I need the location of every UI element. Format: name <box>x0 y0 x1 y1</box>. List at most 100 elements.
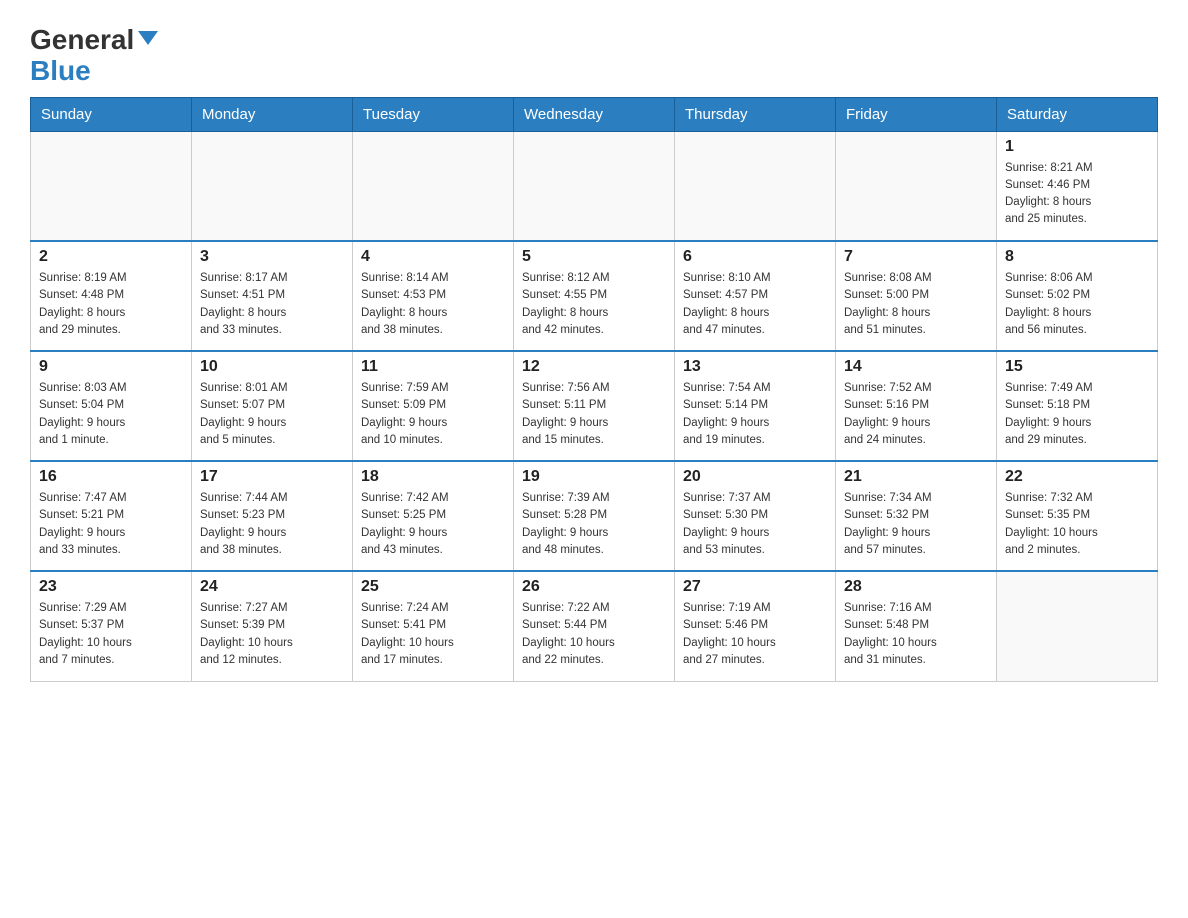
calendar-cell: 2 Sunrise: 8:19 AM Sunset: 4:48 PM Daylig… <box>31 241 192 351</box>
day-info: Sunrise: 7:19 AM Sunset: 5:46 PM Dayligh… <box>683 600 827 669</box>
calendar-cell: 20 Sunrise: 7:37 AM Sunset: 5:30 PM Dayli… <box>675 461 836 571</box>
day-info: Sunrise: 7:27 AM Sunset: 5:39 PM Dayligh… <box>200 600 344 669</box>
day-info: Sunrise: 8:12 AM Sunset: 4:55 PM Dayligh… <box>522 270 666 339</box>
logo: GeneralBlue <box>30 20 158 87</box>
calendar-cell: 11 Sunrise: 7:59 AM Sunset: 5:09 PM Dayli… <box>353 351 514 461</box>
day-number: 1 <box>1005 138 1149 156</box>
day-info: Sunrise: 8:14 AM Sunset: 4:53 PM Dayligh… <box>361 270 505 339</box>
day-info: Sunrise: 7:44 AM Sunset: 5:23 PM Dayligh… <box>200 490 344 559</box>
day-number: 9 <box>39 358 183 376</box>
calendar-cell: 10 Sunrise: 8:01 AM Sunset: 5:07 PM Dayli… <box>192 351 353 461</box>
day-info: Sunrise: 7:52 AM Sunset: 5:16 PM Dayligh… <box>844 380 988 449</box>
day-info: Sunrise: 7:24 AM Sunset: 5:41 PM Dayligh… <box>361 600 505 669</box>
day-number: 25 <box>361 578 505 596</box>
day-info: Sunrise: 8:08 AM Sunset: 5:00 PM Dayligh… <box>844 270 988 339</box>
week-row-2: 2 Sunrise: 8:19 AM Sunset: 4:48 PM Daylig… <box>31 241 1158 351</box>
weekday-header-thursday: Thursday <box>675 97 836 131</box>
day-info: Sunrise: 7:34 AM Sunset: 5:32 PM Dayligh… <box>844 490 988 559</box>
calendar-cell: 26 Sunrise: 7:22 AM Sunset: 5:44 PM Dayli… <box>514 571 675 681</box>
week-row-4: 16Sunrise: 7:47 AM Sunset: 5:21 PM Dayli… <box>31 461 1158 571</box>
weekday-header-friday: Friday <box>836 97 997 131</box>
calendar-cell: 15 Sunrise: 7:49 AM Sunset: 5:18 PM Dayli… <box>997 351 1158 461</box>
calendar-cell: 17 Sunrise: 7:44 AM Sunset: 5:23 PM Dayli… <box>192 461 353 571</box>
calendar-cell: 5 Sunrise: 8:12 AM Sunset: 4:55 PM Daylig… <box>514 241 675 351</box>
day-number: 16 <box>39 468 183 486</box>
calendar-cell: 9 Sunrise: 8:03 AM Sunset: 5:04 PM Daylig… <box>31 351 192 461</box>
day-info: Sunrise: 7:32 AM Sunset: 5:35 PM Dayligh… <box>1005 490 1149 559</box>
weekday-header-wednesday: Wednesday <box>514 97 675 131</box>
day-info: Sunrise: 7:16 AM Sunset: 5:48 PM Dayligh… <box>844 600 988 669</box>
logo-text: GeneralBlue <box>30 25 158 87</box>
calendar-cell: 4 Sunrise: 8:14 AM Sunset: 4:53 PM Daylig… <box>353 241 514 351</box>
weekday-header-tuesday: Tuesday <box>353 97 514 131</box>
week-row-5: 23 Sunrise: 7:29 AM Sunset: 5:37 PM Dayli… <box>31 571 1158 681</box>
calendar-cell: 21 Sunrise: 7:34 AM Sunset: 5:32 PM Dayli… <box>836 461 997 571</box>
day-info: Sunrise: 7:54 AM Sunset: 5:14 PM Dayligh… <box>683 380 827 449</box>
weekday-header-saturday: Saturday <box>997 97 1158 131</box>
calendar-cell <box>31 131 192 241</box>
weekday-header-monday: Monday <box>192 97 353 131</box>
calendar-cell: 22 Sunrise: 7:32 AM Sunset: 5:35 PM Dayli… <box>997 461 1158 571</box>
day-info: Sunrise: 7:39 AM Sunset: 5:28 PM Dayligh… <box>522 490 666 559</box>
logo-triangle-icon <box>138 31 158 45</box>
day-info: Sunrise: 8:21 AM Sunset: 4:46 PM Dayligh… <box>1005 160 1149 229</box>
day-number: 10 <box>200 358 344 376</box>
day-info: Sunrise: 7:29 AM Sunset: 5:37 PM Dayligh… <box>39 600 183 669</box>
calendar-cell: 8Sunrise: 8:06 AM Sunset: 5:02 PM Daylig… <box>997 241 1158 351</box>
day-info: Sunrise: 8:10 AM Sunset: 4:57 PM Dayligh… <box>683 270 827 339</box>
calendar-cell <box>997 571 1158 681</box>
weekday-header-row: SundayMondayTuesdayWednesdayThursdayFrid… <box>31 97 1158 131</box>
day-number: 5 <box>522 248 666 266</box>
calendar-cell: 14 Sunrise: 7:52 AM Sunset: 5:16 PM Dayli… <box>836 351 997 461</box>
calendar-cell <box>675 131 836 241</box>
calendar-cell: 7 Sunrise: 8:08 AM Sunset: 5:00 PM Daylig… <box>836 241 997 351</box>
calendar-cell: 28 Sunrise: 7:16 AM Sunset: 5:48 PM Dayli… <box>836 571 997 681</box>
day-number: 6 <box>683 248 827 266</box>
calendar-cell <box>192 131 353 241</box>
calendar-cell: 27 Sunrise: 7:19 AM Sunset: 5:46 PM Dayli… <box>675 571 836 681</box>
calendar-cell: 18Sunrise: 7:42 AM Sunset: 5:25 PM Dayli… <box>353 461 514 571</box>
day-number: 26 <box>522 578 666 596</box>
day-number: 14 <box>844 358 988 376</box>
calendar-cell <box>514 131 675 241</box>
calendar-cell: 16Sunrise: 7:47 AM Sunset: 5:21 PM Dayli… <box>31 461 192 571</box>
day-info: Sunrise: 8:01 AM Sunset: 5:07 PM Dayligh… <box>200 380 344 449</box>
calendar-cell: 3Sunrise: 8:17 AM Sunset: 4:51 PM Daylig… <box>192 241 353 351</box>
day-number: 20 <box>683 468 827 486</box>
day-info: Sunrise: 8:17 AM Sunset: 4:51 PM Dayligh… <box>200 270 344 339</box>
day-number: 23 <box>39 578 183 596</box>
calendar-cell: 1 Sunrise: 8:21 AM Sunset: 4:46 PM Daylig… <box>997 131 1158 241</box>
day-info: Sunrise: 7:49 AM Sunset: 5:18 PM Dayligh… <box>1005 380 1149 449</box>
calendar-cell: 6 Sunrise: 8:10 AM Sunset: 4:57 PM Daylig… <box>675 241 836 351</box>
logo-blue-text: Blue <box>30 55 91 86</box>
day-info: Sunrise: 7:56 AM Sunset: 5:11 PM Dayligh… <box>522 380 666 449</box>
day-number: 4 <box>361 248 505 266</box>
day-number: 2 <box>39 248 183 266</box>
page-header: GeneralBlue <box>30 20 1158 87</box>
day-info: Sunrise: 7:59 AM Sunset: 5:09 PM Dayligh… <box>361 380 505 449</box>
day-info: Sunrise: 8:19 AM Sunset: 4:48 PM Dayligh… <box>39 270 183 339</box>
day-number: 7 <box>844 248 988 266</box>
weekday-header-sunday: Sunday <box>31 97 192 131</box>
day-number: 15 <box>1005 358 1149 376</box>
day-number: 28 <box>844 578 988 596</box>
day-info: Sunrise: 8:06 AM Sunset: 5:02 PM Dayligh… <box>1005 270 1149 339</box>
day-info: Sunrise: 8:03 AM Sunset: 5:04 PM Dayligh… <box>39 380 183 449</box>
calendar-cell: 25 Sunrise: 7:24 AM Sunset: 5:41 PM Dayli… <box>353 571 514 681</box>
day-info: Sunrise: 7:22 AM Sunset: 5:44 PM Dayligh… <box>522 600 666 669</box>
calendar-table: SundayMondayTuesdayWednesdayThursdayFrid… <box>30 97 1158 682</box>
day-number: 13 <box>683 358 827 376</box>
day-number: 17 <box>200 468 344 486</box>
week-row-3: 9 Sunrise: 8:03 AM Sunset: 5:04 PM Daylig… <box>31 351 1158 461</box>
calendar-cell: 24Sunrise: 7:27 AM Sunset: 5:39 PM Dayli… <box>192 571 353 681</box>
day-number: 12 <box>522 358 666 376</box>
calendar-cell: 23 Sunrise: 7:29 AM Sunset: 5:37 PM Dayli… <box>31 571 192 681</box>
day-number: 21 <box>844 468 988 486</box>
day-info: Sunrise: 7:37 AM Sunset: 5:30 PM Dayligh… <box>683 490 827 559</box>
calendar-cell: 19 Sunrise: 7:39 AM Sunset: 5:28 PM Dayli… <box>514 461 675 571</box>
calendar-cell <box>353 131 514 241</box>
day-number: 19 <box>522 468 666 486</box>
day-number: 27 <box>683 578 827 596</box>
day-number: 11 <box>361 358 505 376</box>
day-number: 22 <box>1005 468 1149 486</box>
